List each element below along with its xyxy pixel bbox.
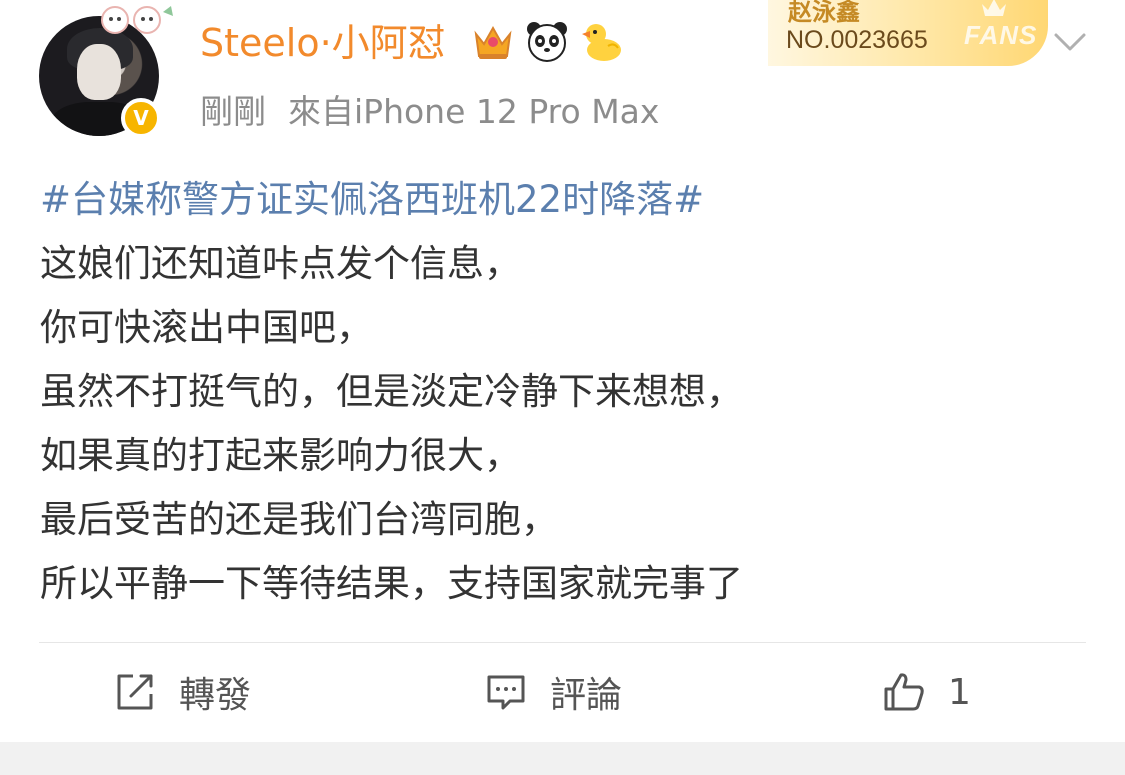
post-source: 來自iPhone 12 Pro Max bbox=[288, 92, 660, 131]
crown-badge-icon[interactable] bbox=[470, 18, 516, 64]
post-text-line: 如果真的打起来影响力很大， bbox=[40, 434, 521, 477]
post-time: 剛剛 bbox=[200, 92, 266, 131]
post-meta: 剛剛 來自iPhone 12 Pro Max bbox=[200, 90, 659, 134]
repost-button[interactable]: 轉發 bbox=[113, 662, 251, 722]
avatar-frame-decoration-icon bbox=[101, 6, 173, 34]
fan-card[interactable]: 赵泳鑫 NO.0023665 FANS bbox=[768, 0, 1048, 66]
crown-icon bbox=[982, 0, 1006, 16]
comment-button[interactable]: 評論 bbox=[484, 662, 622, 722]
thumbs-up-icon bbox=[884, 673, 924, 711]
avatar-face bbox=[77, 44, 121, 100]
repost-icon bbox=[117, 674, 153, 710]
panda-icon[interactable] bbox=[524, 18, 570, 64]
fan-card-label: FANS bbox=[964, 20, 1038, 50]
post-text-line: 最后受苦的还是我们台湾同胞， bbox=[40, 498, 558, 541]
fan-card-number: NO.0023665 bbox=[786, 26, 928, 54]
post-text-line: 这娘们还知道咔点发个信息， bbox=[40, 242, 521, 285]
post-content: #台媒称警方证实佩洛西班机22时降落# 这娘们还知道咔点发个信息， 你可快滚出中… bbox=[40, 168, 1100, 616]
action-bar: 轉發 評論 1 bbox=[0, 644, 1125, 740]
repost-label: 轉發 bbox=[179, 675, 252, 716]
post-text-line: 你可快滚出中国吧， bbox=[40, 306, 373, 349]
verified-badge-icon: V bbox=[121, 98, 161, 138]
feed-separator bbox=[0, 742, 1125, 775]
post-text-line: 虽然不打挺气的，但是淡定冷静下来想想， bbox=[40, 370, 743, 413]
comment-label: 評論 bbox=[550, 675, 623, 716]
fan-card-name: 赵泳鑫 bbox=[788, 0, 860, 26]
duck-icon[interactable] bbox=[578, 18, 624, 64]
comment-icon bbox=[487, 675, 525, 710]
post-text-line: 所以平静一下等待结果，支持国家就完事了 bbox=[40, 562, 743, 605]
author-badges bbox=[470, 18, 624, 64]
like-button[interactable]: 1 bbox=[882, 662, 971, 722]
like-count: 1 bbox=[948, 671, 971, 713]
divider bbox=[39, 642, 1086, 643]
hashtag-link[interactable]: #台媒称警方证实佩洛西班机22时降落# bbox=[40, 168, 1100, 232]
chevron-down-icon[interactable] bbox=[1051, 26, 1089, 56]
author-avatar-container[interactable]: V bbox=[39, 6, 173, 138]
author-name[interactable]: Steelo·小阿怼 bbox=[200, 20, 446, 66]
